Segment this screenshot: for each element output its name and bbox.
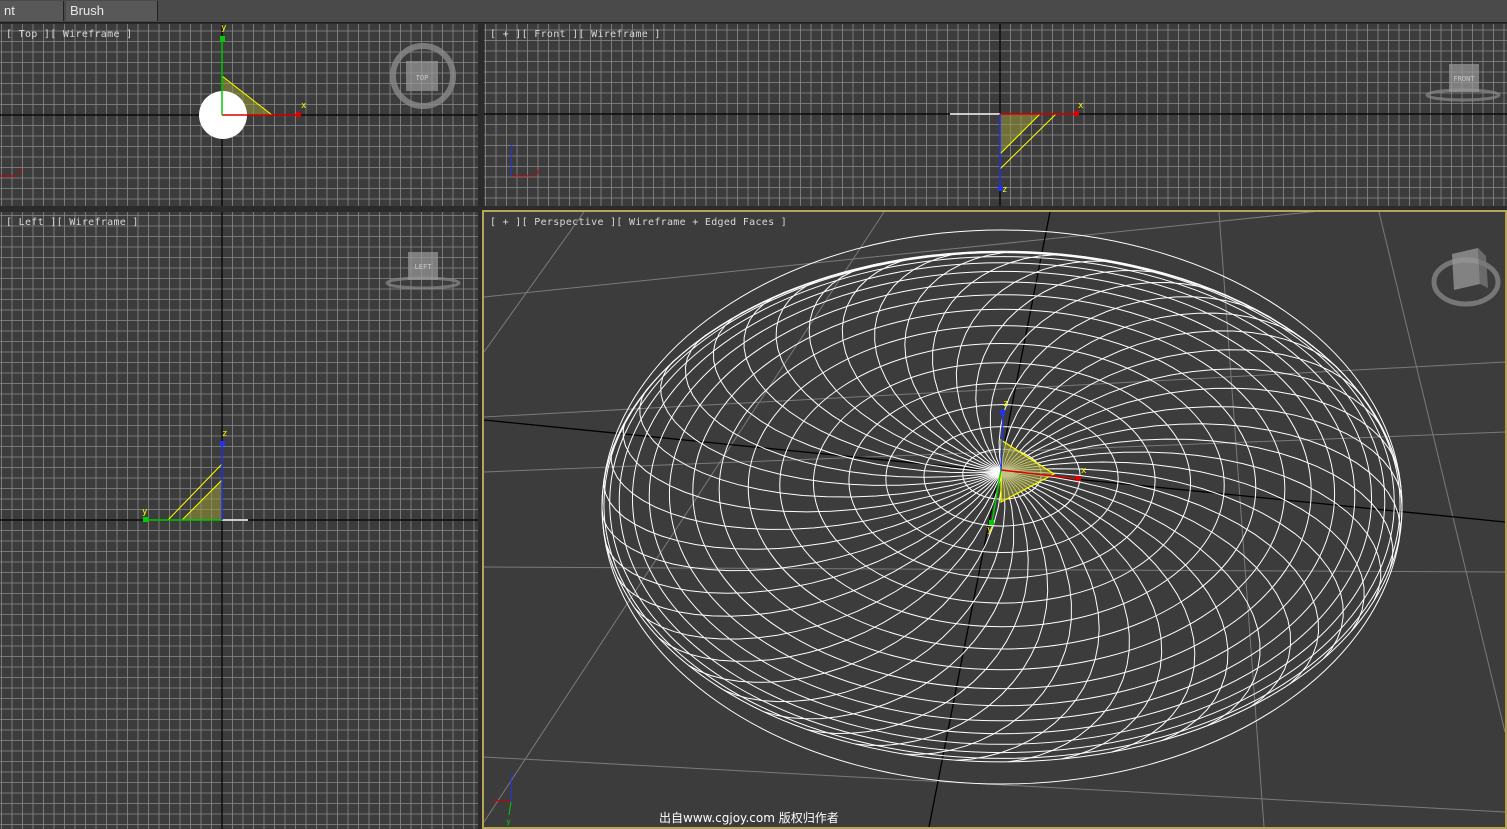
front-viewcube[interactable]: FRONT [1425,64,1501,102]
front-gizmo-x-handle[interactable] [1074,111,1079,116]
front-triangle-object[interactable] [999,113,1042,156]
viewport-left[interactable]: y z LEFT [ Left ][ Wireframe ] [0,212,478,829]
left-viewcube-label: LEFT [415,263,433,271]
grid-front [484,24,1507,206]
persp-x-label: x [1081,466,1087,476]
watermark: 出自www.cgjoy.com 版权归作者 [659,811,839,825]
viewport-top-label[interactable]: [ Top ][ Wireframe ] [6,29,132,40]
persp-viewcube-face[interactable] [1452,248,1480,290]
front-viewcube-label: FRONT [1453,75,1475,83]
persp-tripod-z-label: z [509,771,514,780]
viewport-left-canvas: y z LEFT [0,212,478,829]
top-tripod-x-label: x [18,166,23,175]
left-gizmo-z-handle[interactable] [220,441,225,446]
perspective-viewcube[interactable] [1431,248,1501,307]
viewport-top-canvas: x y x TOP [0,24,478,206]
viewport-perspective[interactable]: x z y z y [ + ][ Perspective ][ Wirefram… [482,210,1507,829]
viewport-front-canvas: x z z x FRONT [484,24,1507,206]
top-x-label: x [301,101,307,111]
viewport-top[interactable]: x y x TOP [ Top ][ Wireframe ] [0,24,478,206]
top-y-label: y [221,24,227,33]
persp-y-label: y [987,525,993,535]
top-gizmo-y-handle[interactable] [220,36,225,41]
wireframe-sphere[interactable] [601,229,1403,785]
front-x-label: x [1078,101,1084,111]
front-z-label: z [1002,185,1007,195]
left-triangle-object[interactable] [180,478,223,521]
top-viewcube-label: TOP [416,74,429,82]
left-z-label: z [222,429,227,439]
top-gizmo-x-handle[interactable] [296,112,301,117]
persp-gizmo-z-handle[interactable] [1000,410,1005,415]
persp-gizmo-x-handle[interactable] [1076,476,1081,481]
persp-tripod-y [508,801,512,816]
persp-tripod-y-label: y [506,817,511,826]
persp-tripod-x [491,799,512,803]
viewport-perspective-label[interactable]: [ + ][ Perspective ][ Wireframe + Edged … [490,217,787,228]
front-tripod-z-label: z [509,141,514,150]
menu-brush-settings[interactable]: Brush Settings [66,1,158,38]
viewport-front[interactable]: x z z x FRONT [ + ][ Front ][ Wireframe … [484,24,1507,206]
left-y-label: y [142,507,148,517]
top-viewcube[interactable]: TOP [390,43,456,109]
menu-paint-objects[interactable]: nt Objects [0,1,64,38]
persp-z-label: z [1003,399,1008,409]
viewport-front-label[interactable]: [ + ][ Front ][ Wireframe ] [490,29,661,40]
menu-bar: nt Objects Brush Settings [0,0,1507,38]
front-tripod-x-label: x [535,167,540,176]
viewport-perspective-canvas: x z y z y [484,212,1505,827]
viewport-left-label[interactable]: [ Left ][ Wireframe ] [6,217,139,228]
left-gizmo-y-handle[interactable] [143,517,148,522]
